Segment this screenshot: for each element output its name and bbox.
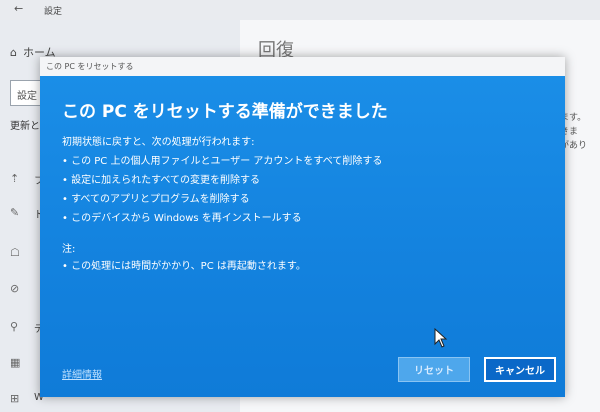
mouse-cursor-icon [434,328,448,348]
person-icon: ⚲ [10,320,19,333]
note-bullet: • この処理には時間がかかり、PC は再起動されます。 [62,261,306,272]
backup-icon: ☖ [10,246,20,259]
bullet-item: • 設定に加えられたすべての変更を削除する [62,175,260,186]
dialog-heading: この PC をリセットする準備ができました [62,102,388,122]
reset-pc-dialog: この PC をリセットする この PC をリセットする準備ができました 初期状態… [40,57,565,397]
reset-button[interactable]: リセット [398,357,470,382]
settings-window-title: 設定 [44,7,63,17]
home-icon: ⌂ [10,46,17,59]
bullet-item: • すべてのアプリとプログラムを削除する [62,194,250,205]
wrench-icon: ✎ [10,206,20,219]
bullet-item: • この PC 上の個人用ファイルとユーザー アカウントをすべて削除する [62,156,383,167]
back-button[interactable]: ← [14,2,23,15]
dialog-intro: 初期状態に戻すと、次の処理が行われます: [62,137,255,148]
dialog-title: この PC をリセットする [46,62,134,71]
bullet-item: • このデバイスから Windows を再インストールする [62,213,302,224]
details-link[interactable]: 詳細情報 [62,366,102,381]
settings-titlebar: ← 設定 [0,0,600,20]
check-icon: ⊘ [10,282,20,295]
dialog-titlebar: この PC をリセットする [40,57,565,76]
grid-icon: ▦ [10,356,21,369]
upload-icon: ⇡ [10,172,20,185]
note-label: 注: [62,244,76,255]
cancel-button[interactable]: キャンセル [484,357,556,382]
windows-icon: ⊞ [10,392,20,405]
